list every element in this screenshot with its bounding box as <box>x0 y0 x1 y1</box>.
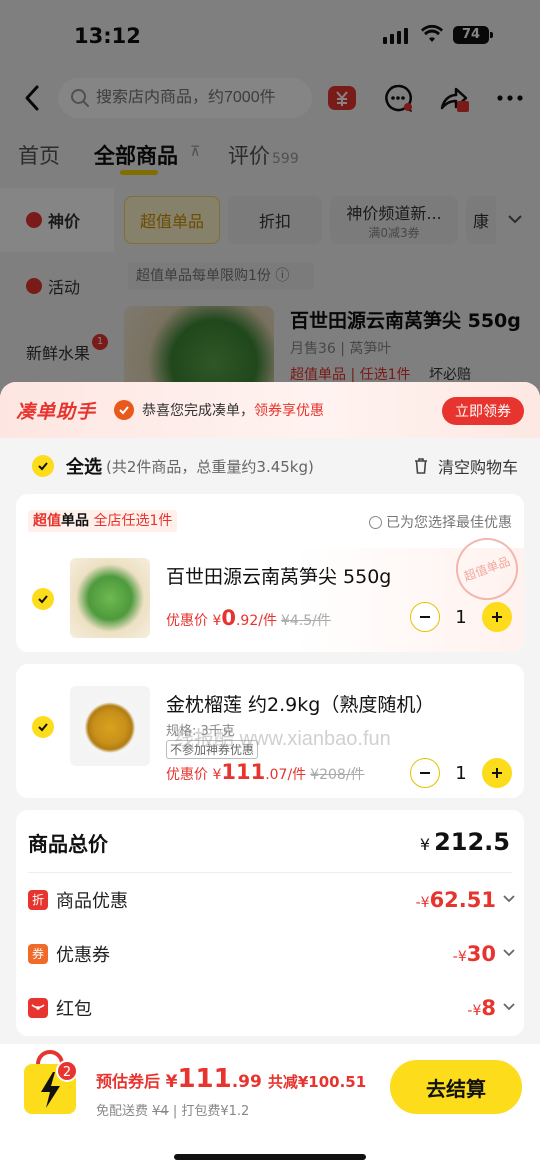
item-title[interactable]: 百世田源云南莴笋尖 550g <box>166 562 391 589</box>
super-value-stamp: 超值单品 <box>447 529 527 609</box>
item-price: 优惠价 ¥111.07/件 ¥208/件 <box>166 760 365 784</box>
summary-row-red-packet[interactable]: 红包 -¥8 <box>28 994 515 1022</box>
select-all-checkbox[interactable] <box>32 455 54 477</box>
bundle-helper-bar: 凑单助手 恭喜您完成凑单，领券享优惠 立即领券 <box>0 382 540 438</box>
summary-row-product-discount[interactable]: 折 商品优惠 -¥62.51 <box>28 886 515 914</box>
quantity-stepper: 1 <box>410 758 512 788</box>
plus-button[interactable] <box>482 758 512 788</box>
summary-row-coupon[interactable]: 券 优惠券 -¥30 <box>28 940 515 968</box>
clear-cart-button[interactable]: 清空购物车 <box>412 454 518 478</box>
fees-line: 免配送费 ¥4 | 打包费¥1.2 <box>96 1100 249 1119</box>
summary-divider <box>28 872 512 873</box>
price-int: 111 <box>221 760 266 784</box>
best-deal-note: 已为您选择最佳优惠 <box>369 512 512 532</box>
summary-label: 优惠券 <box>56 945 110 966</box>
price-label: 优惠价 ¥ <box>166 613 222 629</box>
group-head-c: 全店任选1件 <box>93 513 173 529</box>
bundle-helper-text: 恭喜您完成凑单，领券享优惠 <box>142 400 324 420</box>
quantity-stepper: 1 <box>410 602 512 632</box>
fees-strike: ¥4 <box>152 1104 169 1119</box>
value-amount: 8 <box>481 996 496 1020</box>
home-indicator <box>174 1154 366 1160</box>
value-prefix: -¥ <box>452 949 467 965</box>
original-price: ¥4.5/件 <box>280 613 331 629</box>
checkout-bar: 2 预估券后 ¥111.99 共减¥100.51 免配送费 ¥4 | 打包费¥1.… <box>0 1044 540 1170</box>
est-label: 预估券后 <box>96 1072 161 1091</box>
minus-icon <box>420 616 430 618</box>
coupon-icon: 券 <box>28 944 48 964</box>
group-header: 超值单品 全店任选1件 <box>28 510 178 532</box>
best-deal-text: 已为您选择最佳优惠 <box>386 515 512 531</box>
item-title[interactable]: 金枕榴莲 约2.9kg（熟度随机） <box>166 690 434 717</box>
checkout-button[interactable]: 去结算 <box>390 1060 522 1114</box>
price-dec: .92/件 <box>235 613 277 629</box>
summary-value: -¥30 <box>453 942 496 966</box>
minus-button[interactable] <box>410 602 440 632</box>
watermark: 线报酷 www.xianbao.fun <box>174 728 391 750</box>
plus-icon <box>492 612 502 622</box>
summary-value: -¥62.51 <box>416 888 496 912</box>
trash-icon <box>414 458 427 474</box>
value-amount: 30 <box>466 942 496 966</box>
discount-icon: 折 <box>28 890 48 910</box>
cart-item: 百世田源云南莴笋尖 550g 优惠价 ¥0.92/件 ¥4.5/件 超值单品 1 <box>16 529 527 652</box>
item-thumbnail[interactable] <box>70 558 150 638</box>
total-amount: 212.5 <box>434 828 510 856</box>
fees-a: 免配送费 <box>96 1104 149 1119</box>
select-all-summary: (共2件商品，总重量约3.45kg) <box>106 457 314 476</box>
plus-icon <box>492 768 502 778</box>
quantity-value[interactable]: 1 <box>440 763 482 784</box>
value-amount: 62.51 <box>429 888 496 912</box>
shopping-bag-icon[interactable] <box>20 1048 80 1116</box>
total-currency: ¥ <box>419 835 431 854</box>
value-prefix: -¥ <box>467 1003 482 1019</box>
claim-coupon-button[interactable]: 立即领券 <box>442 397 524 425</box>
item-checkbox[interactable] <box>32 588 54 610</box>
cart-count-badge: 2 <box>56 1060 78 1082</box>
original-price: ¥208/件 <box>310 767 365 783</box>
group-head-b: 单品 <box>61 513 89 529</box>
bundle-helper-logo: 凑单助手 <box>16 400 97 423</box>
estimated-price: 预估券后 ¥111.99 共减¥100.51 <box>96 1064 366 1094</box>
chevron-down-icon <box>503 895 515 903</box>
item-checkbox[interactable] <box>32 716 54 738</box>
plus-button[interactable] <box>482 602 512 632</box>
cart-group-super-value: 超值单品 全店任选1件 已为您选择最佳优惠 百世田源云南莴笋尖 550g 优惠价… <box>16 494 527 652</box>
price-summary: 商品总价 ¥212.5 折 商品优惠 -¥62.51 券 优惠券 -¥30 红包… <box>16 810 524 1036</box>
summary-label: 红包 <box>56 999 92 1020</box>
summary-value: -¥8 <box>467 996 496 1020</box>
price-label: 优惠价 ¥ <box>166 767 222 783</box>
chevron-down-icon <box>503 949 515 957</box>
clear-cart-label: 清空购物车 <box>437 458 518 477</box>
total-saved: 共减¥100.51 <box>267 1073 367 1091</box>
minus-button[interactable] <box>410 758 440 788</box>
quantity-value[interactable]: 1 <box>440 607 482 628</box>
total-label: 商品总价 <box>28 831 108 856</box>
select-all-label[interactable]: 全选 <box>66 453 102 479</box>
item-price: 优惠价 ¥0.92/件 ¥4.5/件 <box>166 606 331 630</box>
est-int: 111 <box>177 1064 232 1094</box>
minus-icon <box>420 772 430 774</box>
chevron-down-icon <box>503 1003 515 1011</box>
helper-text-highlight: 领券享优惠 <box>254 403 325 419</box>
total-value: ¥212.5 <box>420 828 510 856</box>
check-circle-icon <box>114 400 135 420</box>
price-int: 0 <box>221 606 236 630</box>
group-head-a: 超值 <box>33 513 61 529</box>
summary-label: 商品优惠 <box>56 891 128 912</box>
select-all-row: 全选 (共2件商品，总重量约3.45kg) 清空购物车 <box>0 438 540 494</box>
check-outline-icon <box>369 515 382 529</box>
est-currency: ¥ <box>165 1072 178 1092</box>
value-prefix: -¥ <box>415 895 430 911</box>
item-thumbnail[interactable] <box>70 686 150 766</box>
est-dec: .99 <box>231 1072 262 1092</box>
red-packet-icon <box>28 998 48 1018</box>
price-dec: .07/件 <box>265 767 307 783</box>
summary-total-row: 商品总价 ¥212.5 <box>28 828 512 856</box>
fees-b: | 打包费¥1.2 <box>172 1104 250 1119</box>
helper-text-main: 恭喜您完成凑单， <box>142 403 255 419</box>
